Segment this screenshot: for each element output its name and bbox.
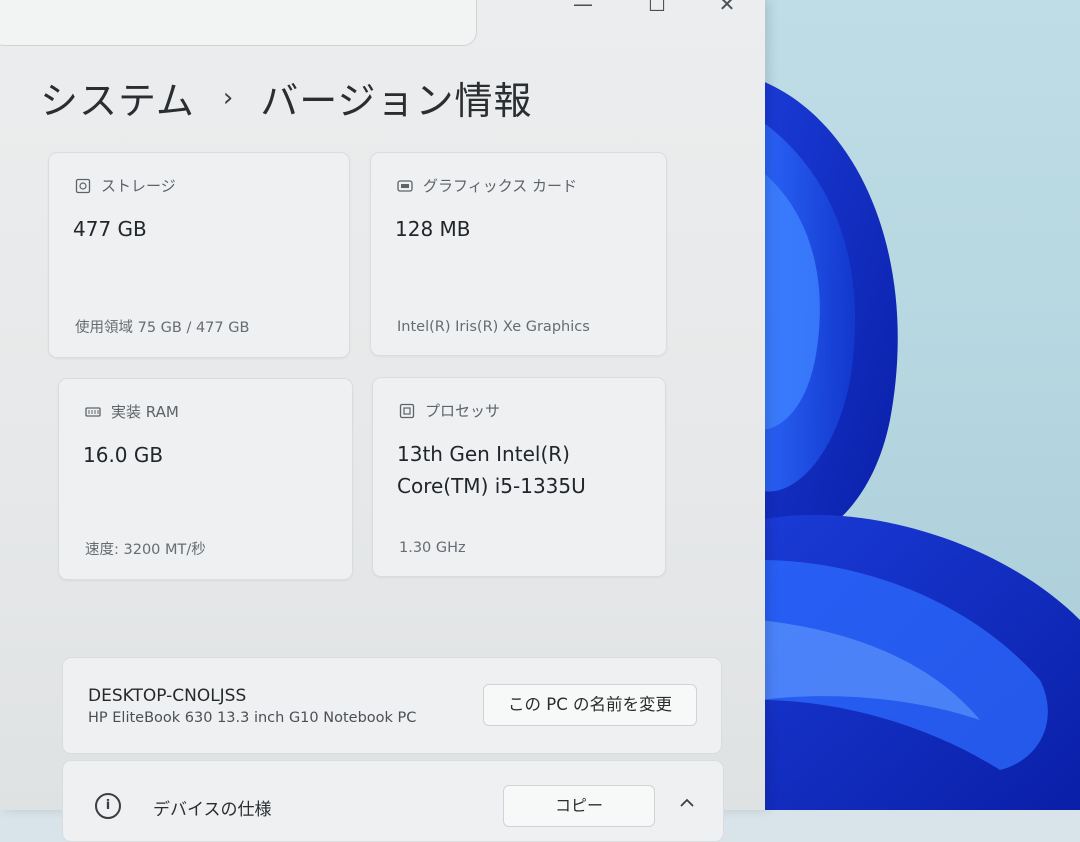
settings-window: — ☐ ✕ システム › バージョン情報 ストレージ 477 GB 使用領域 7… <box>0 0 765 842</box>
storage-label: ストレージ <box>101 177 176 195</box>
breadcrumb-system[interactable]: システム <box>40 70 195 125</box>
minimize-button[interactable]: — <box>563 0 603 20</box>
device-specs-title: デバイスの仕様 <box>153 800 272 820</box>
processor-icon <box>399 403 415 419</box>
storage-card: ストレージ 477 GB 使用領域 75 GB / 477 GB <box>48 152 350 358</box>
page-title: バージョン情報 <box>260 79 533 123</box>
breadcrumb-separator: › <box>222 82 235 113</box>
rename-pc-button[interactable]: この PC の名前を変更 <box>483 684 697 726</box>
graphics-card-icon <box>397 178 413 194</box>
processor-card-header: プロセッサ <box>399 400 500 421</box>
ram-value: 16.0 GB <box>83 443 164 467</box>
search-box[interactable] <box>0 0 477 46</box>
processor-value-line1: 13th Gen Intel(R) <box>397 442 570 466</box>
ram-card: 実装 RAM 16.0 GB 速度: 3200 MT/秒 <box>58 378 353 580</box>
graphics-label: グラフィックス カード <box>423 177 578 195</box>
device-name-card: DESKTOP-CNOLJSS HP EliteBook 630 13.3 in… <box>62 657 722 754</box>
breadcrumb: システム › バージョン情報 <box>40 70 533 125</box>
storage-icon <box>75 178 91 194</box>
device-name: DESKTOP-CNOLJSS <box>88 686 247 706</box>
processor-value: 13th Gen Intel(R) Core(TM) i5-1335U <box>397 438 586 502</box>
desktop-wallpaper <box>740 0 1080 810</box>
chevron-up-icon[interactable] <box>677 793 697 813</box>
storage-value: 477 GB <box>73 217 147 241</box>
processor-speed: 1.30 GHz <box>399 540 466 556</box>
graphics-card-header: グラフィックス カード <box>397 175 577 196</box>
ram-icon <box>85 404 101 420</box>
info-icon: i <box>95 793 121 819</box>
graphics-name: Intel(R) Iris(R) Xe Graphics <box>397 319 590 335</box>
ram-speed: 速度: 3200 MT/秒 <box>85 542 206 558</box>
graphics-card: グラフィックス カード 128 MB Intel(R) Iris(R) Xe G… <box>370 152 667 356</box>
processor-value-line2: Core(TM) i5-1335U <box>397 474 586 498</box>
maximize-button[interactable]: ☐ <box>637 0 677 20</box>
storage-card-header: ストレージ <box>75 175 176 196</box>
processor-label: プロセッサ <box>425 402 501 420</box>
graphics-value: 128 MB <box>395 217 471 241</box>
ram-card-header: 実装 RAM <box>85 401 179 422</box>
bloom-wallpaper-graphic <box>760 80 1080 810</box>
device-specs-card[interactable]: i デバイスの仕様 コピー <box>62 760 724 842</box>
device-model: HP EliteBook 630 13.3 inch G10 Notebook … <box>88 710 417 726</box>
ram-label: 実装 RAM <box>111 403 179 421</box>
storage-usage: 使用領域 75 GB / 477 GB <box>75 320 250 336</box>
close-button[interactable]: ✕ <box>707 0 747 20</box>
copy-button[interactable]: コピー <box>503 785 655 827</box>
processor-card: プロセッサ 13th Gen Intel(R) Core(TM) i5-1335… <box>372 377 666 577</box>
